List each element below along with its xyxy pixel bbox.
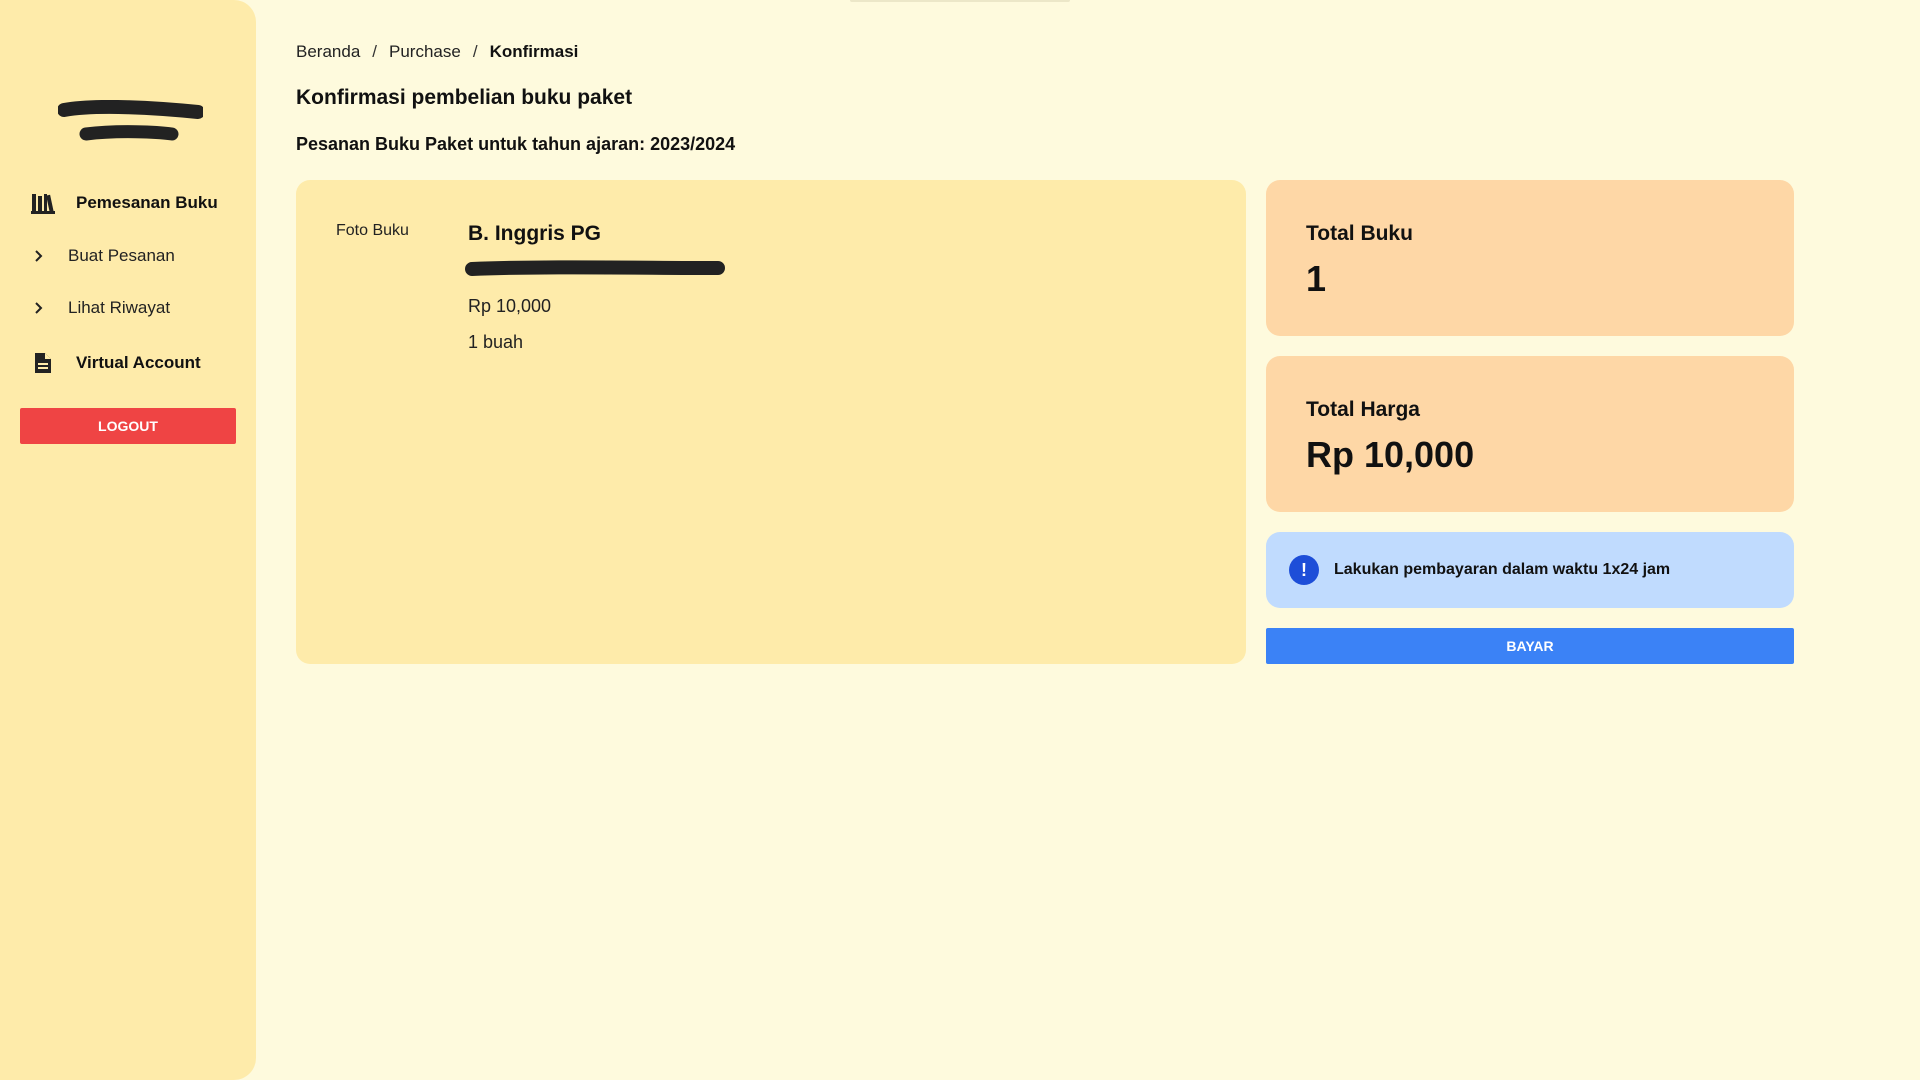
sidebar-item-label: Pemesanan Buku	[76, 193, 218, 212]
sidebar: Pemesanan Buku Buat Pesanan Lihat Riwaya…	[0, 0, 256, 1080]
sidebar-item-pemesanan-buku[interactable]: Pemesanan Buku	[30, 190, 218, 216]
payment-deadline-alert: ! Lakukan pembayaran dalam waktu 1x24 ja…	[1266, 532, 1794, 608]
page-title: Konfirmasi pembelian buku paket	[296, 86, 633, 109]
breadcrumb-purchase[interactable]: Purchase	[389, 42, 461, 62]
pay-button[interactable]: Bayar	[1266, 628, 1794, 664]
breadcrumb-separator: /	[372, 42, 378, 61]
breadcrumb-konfirmasi: Konfirmasi	[489, 42, 579, 61]
breadcrumb-beranda[interactable]: Beranda	[296, 42, 360, 62]
logo-redacted	[58, 100, 203, 141]
total-price-value: Rp 10,000	[1306, 434, 1475, 475]
total-books-value: 1	[1306, 258, 1327, 299]
sidebar-subitem-buat-pesanan[interactable]: Buat Pesanan	[32, 246, 175, 266]
page-subtitle: Pesanan Buku Paket untuk tahun ajaran: 2…	[296, 134, 736, 154]
exclamation-icon: !	[1289, 555, 1319, 585]
sidebar-subitem-label: Lihat Riwayat	[68, 298, 171, 317]
total-books-card: Total Buku 1	[1266, 180, 1794, 336]
top-shadow-decoration	[850, 0, 1070, 2]
alert-message: Lakukan pembayaran dalam waktu 1x24 jam	[1334, 561, 1671, 578]
chevron-right-icon	[32, 301, 46, 315]
book-photo-placeholder: Foto Buku	[336, 222, 409, 239]
book-card: Foto Buku B. Inggris PG Rp 10,000 1 buah	[296, 180, 1246, 664]
page: Pemesanan Buku Buat Pesanan Lihat Riwaya…	[0, 0, 1920, 1080]
book-title: B. Inggris PG	[468, 222, 602, 245]
book-price: Rp 10,000	[468, 296, 552, 316]
book-subtitle-redacted	[465, 260, 725, 276]
sidebar-subitem-lihat-riwayat[interactable]: Lihat Riwayat	[32, 298, 170, 318]
chevron-right-icon	[32, 249, 46, 263]
breadcrumb: Beranda / Purchase / Konfirmasi	[296, 42, 578, 62]
breadcrumb-separator: /	[472, 42, 478, 61]
sidebar-item-label: Virtual Account	[76, 353, 201, 372]
total-books-label: Total Buku	[1306, 222, 1413, 245]
total-price-label: Total Harga	[1306, 398, 1420, 421]
book-quantity: 1 buah	[468, 332, 524, 352]
sidebar-item-virtual-account[interactable]: Virtual Account	[30, 350, 201, 376]
sidebar-subitem-label: Buat Pesanan	[68, 246, 175, 265]
document-icon	[30, 350, 56, 376]
total-price-card: Total Harga Rp 10,000	[1266, 356, 1794, 512]
logout-button[interactable]: Logout	[20, 408, 236, 444]
books-icon	[30, 190, 56, 216]
